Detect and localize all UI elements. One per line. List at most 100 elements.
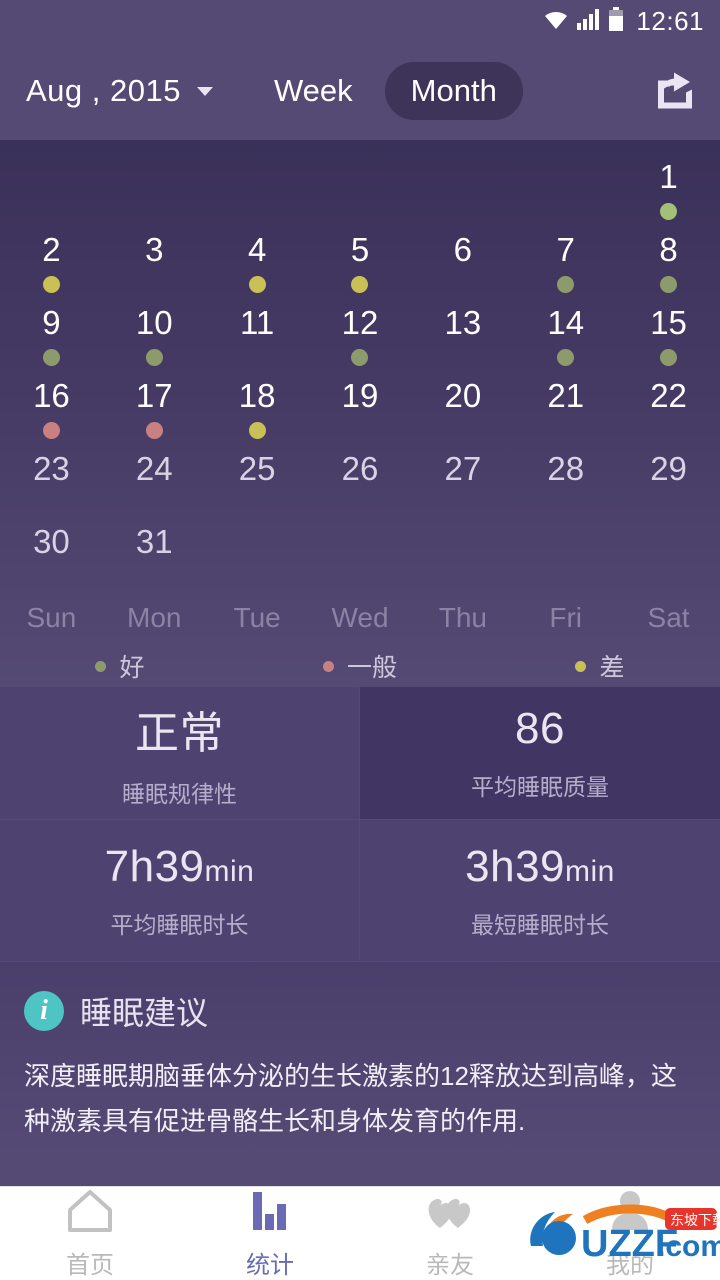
calendar-day-29[interactable]: 29 — [617, 450, 720, 523]
calendar-day-4[interactable]: 4 — [206, 231, 309, 304]
calendar-day-21[interactable]: 21 — [514, 377, 617, 450]
calendar-day-number: 17 — [135, 377, 173, 414]
calendar-day-2[interactable]: 2 — [0, 231, 103, 304]
quality-legend: 好 一般 差 — [0, 648, 720, 684]
calendar-day-number: 28 — [547, 450, 585, 487]
status-bar: 12:61 — [0, 0, 720, 42]
person-icon — [607, 1188, 653, 1237]
legend-label: 一般 — [346, 654, 397, 682]
home-icon — [67, 1188, 113, 1237]
stat-value: 3h39min — [465, 841, 615, 891]
stat-caption: 平均睡眠时长 — [110, 911, 249, 938]
calendar-day-number: 24 — [135, 450, 173, 487]
calendar-day-22[interactable]: 22 — [617, 377, 720, 450]
app-bar: Aug , 2015 Week Month — [0, 42, 720, 140]
stat-value: 正常 — [135, 709, 224, 758]
stat-value: 86 — [515, 704, 565, 753]
weekday-label-thu: Thu — [438, 602, 487, 633]
nav-item-label: 亲友 — [426, 1251, 474, 1279]
legend-item: 一般 — [240, 648, 480, 684]
calendar-day-8[interactable]: 8 — [617, 231, 720, 304]
legend-dot — [575, 660, 587, 672]
calendar-day-24[interactable]: 24 — [103, 450, 206, 523]
calendar-day-19[interactable]: 19 — [309, 377, 412, 450]
weekday-label-tue: Tue — [233, 602, 281, 633]
stat-unit: min — [204, 854, 255, 888]
calendar-day-18[interactable]: 18 — [206, 377, 309, 450]
hearts-icon — [424, 1188, 476, 1237]
calendar-day-1[interactable]: 1 — [617, 158, 720, 231]
quality-dot — [557, 276, 575, 293]
calendar-day-28[interactable]: 28 — [514, 450, 617, 523]
calendar-day-17[interactable]: 17 — [103, 377, 206, 450]
calendar-day-number: 22 — [650, 377, 687, 414]
weekday-label-wed: Wed — [331, 602, 389, 633]
quality-dot — [351, 276, 369, 293]
calendar-day-13[interactable]: 13 — [411, 304, 514, 377]
share-icon[interactable] — [650, 67, 698, 116]
calendar-cell-empty — [411, 158, 514, 231]
nav-item-label: 我的 — [606, 1251, 654, 1279]
advice-header: i 睡眠建议 — [24, 988, 696, 1034]
quality-dot — [660, 276, 678, 293]
app-screen: 12:61 Aug , 2015 Week Month 1 2 3 4 5 6 7 8 9 10 1… — [0, 0, 720, 1280]
tab-month[interactable]: Month — [384, 62, 523, 120]
calendar-day-number: 29 — [650, 450, 687, 487]
nav-item-home[interactable]: 首页 — [0, 1187, 180, 1280]
weekday-label-sun: Sun — [26, 602, 77, 633]
quality-dot — [660, 349, 678, 366]
calendar-day-20[interactable]: 20 — [411, 377, 514, 450]
view-toggle: Week Month — [268, 62, 523, 120]
calendar-day-16[interactable]: 16 — [0, 377, 103, 450]
battery-icon — [608, 6, 624, 36]
calendar-day-number: 13 — [444, 304, 482, 341]
nav-item-hearts[interactable]: 亲友 — [360, 1187, 540, 1280]
calendar-day-number: 21 — [547, 377, 585, 414]
calendar-day-5[interactable]: 5 — [309, 231, 412, 304]
calendar-day-27[interactable]: 27 — [411, 450, 514, 523]
quality-dot — [351, 349, 369, 366]
calendar-day-15[interactable]: 15 — [617, 304, 720, 377]
stat-card: 86 平均睡眠质量 — [360, 687, 720, 820]
legend-label: 差 — [599, 654, 625, 682]
advice-body: 深度睡眠期脑垂体分泌的生长激素的12释放达到高峰，这种激素具有促进骨骼生长和身体… — [24, 1061, 677, 1136]
nav-item-person[interactable]: 我的 — [540, 1187, 720, 1280]
calendar-day-9[interactable]: 9 — [0, 304, 103, 377]
chart-icon — [247, 1188, 293, 1237]
calendar-day-26[interactable]: 26 — [309, 450, 412, 523]
stat-caption: 平均睡眠质量 — [471, 774, 609, 800]
calendar-day-11[interactable]: 11 — [206, 304, 309, 377]
calendar-day-12[interactable]: 12 — [309, 304, 412, 377]
month-selector-label: Aug , 2015 — [26, 73, 181, 108]
calendar-day-6[interactable]: 6 — [411, 231, 514, 304]
nav-item-label: 首页 — [66, 1251, 114, 1279]
quality-dot — [42, 422, 60, 439]
calendar-day-number: 5 — [350, 231, 370, 268]
calendar-day-number: 6 — [453, 231, 473, 268]
weekday-label-mon: Mon — [127, 602, 182, 633]
tab-week[interactable]: Week — [268, 73, 359, 109]
stat-caption: 睡眠规律性 — [122, 781, 237, 807]
calendar-day-30[interactable]: 30 — [0, 523, 103, 596]
calendar-cell-empty — [0, 158, 103, 231]
calendar-day-number: 19 — [341, 377, 379, 414]
nav-item-chart[interactable]: 统计 — [180, 1187, 360, 1280]
legend-item: 好 — [0, 648, 240, 684]
quality-dot — [145, 349, 163, 366]
month-selector[interactable]: Aug , 2015 — [26, 73, 213, 109]
calendar-day-10[interactable]: 10 — [103, 304, 206, 377]
quality-dot — [557, 349, 575, 366]
calendar-day-number: 1 — [659, 158, 678, 195]
calendar-day-23[interactable]: 23 — [0, 450, 103, 523]
calendar-day-number: 14 — [547, 304, 585, 341]
legend-dot — [322, 660, 334, 672]
calendar-day-3[interactable]: 3 — [103, 231, 206, 304]
calendar-day-number: 20 — [444, 377, 482, 414]
stat-card: 正常 睡眠规律性 — [0, 687, 360, 820]
calendar-day-7[interactable]: 7 — [514, 231, 617, 304]
stat-caption: 最短睡眠时长 — [471, 911, 609, 938]
calendar-day-14[interactable]: 14 — [514, 304, 617, 377]
weekday-label-fri: Fri — [549, 602, 583, 633]
calendar-day-25[interactable]: 25 — [206, 450, 309, 523]
calendar-day-31[interactable]: 31 — [103, 523, 206, 596]
